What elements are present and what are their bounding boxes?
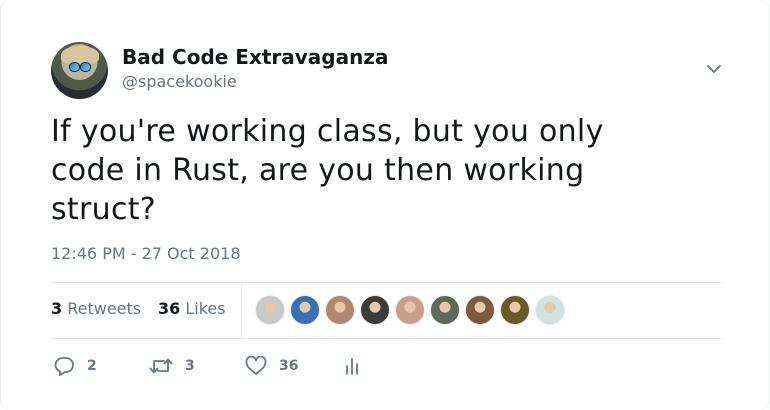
tweet-text-line: If you're working class, but you only — [51, 114, 604, 149]
retweet-button[interactable]: 3 — [149, 354, 195, 378]
avatar-sunglasses — [69, 62, 91, 72]
author-handle[interactable]: @spacekookie — [122, 72, 237, 91]
liker-avatar[interactable] — [535, 295, 565, 325]
tweet-text: If you're working class, but you only co… — [51, 112, 721, 229]
tweet-card: Bad Code Extravaganza @spacekookie If yo… — [0, 0, 770, 410]
liker-avatar[interactable] — [360, 295, 390, 325]
likes-stat[interactable]: 36 Likes — [158, 299, 226, 318]
retweets-label: Retweets — [67, 299, 142, 318]
stats-separator — [241, 282, 242, 338]
liker-avatar[interactable] — [395, 295, 425, 325]
retweet-icon — [149, 356, 173, 376]
liker-avatar[interactable] — [500, 295, 530, 325]
reply-button[interactable]: 2 — [53, 354, 97, 378]
liker-avatar[interactable] — [465, 295, 495, 325]
tweet-timestamp[interactable]: 12:46 PM - 27 Oct 2018 — [51, 244, 241, 263]
liker-avatar[interactable] — [430, 295, 460, 325]
analytics-button[interactable] — [345, 354, 359, 378]
retweets-stat[interactable]: 3 Retweets — [51, 299, 141, 318]
likes-count: 36 — [158, 299, 181, 318]
analytics-icon — [345, 356, 359, 376]
retweets-count: 3 — [51, 299, 63, 318]
chevron-down-icon[interactable] — [703, 58, 725, 80]
author-avatar[interactable] — [51, 42, 108, 99]
like-count: 36 — [279, 358, 299, 374]
tweet-text-line: code in Rust, are you then working — [51, 153, 585, 188]
retweet-count: 3 — [185, 358, 195, 374]
tweet-actions: 2 3 36 — [51, 344, 723, 388]
liker-avatar[interactable] — [290, 295, 320, 325]
liker-avatar[interactable] — [255, 295, 285, 325]
tweet-text-line: struct? — [51, 192, 157, 227]
reply-icon — [53, 356, 75, 376]
heart-icon — [245, 356, 267, 376]
tweet-header: Bad Code Extravaganza @spacekookie — [51, 42, 731, 99]
likes-label: Likes — [185, 299, 226, 318]
author-display-name[interactable]: Bad Code Extravaganza — [122, 45, 388, 69]
like-button[interactable]: 36 — [245, 354, 298, 378]
liker-avatar[interactable] — [325, 295, 355, 325]
reply-count: 2 — [87, 358, 97, 374]
stats-divider-bottom — [51, 338, 723, 339]
engagement-stats: 3 Retweets 36 Likes — [51, 282, 723, 338]
liker-avatars — [255, 295, 565, 325]
